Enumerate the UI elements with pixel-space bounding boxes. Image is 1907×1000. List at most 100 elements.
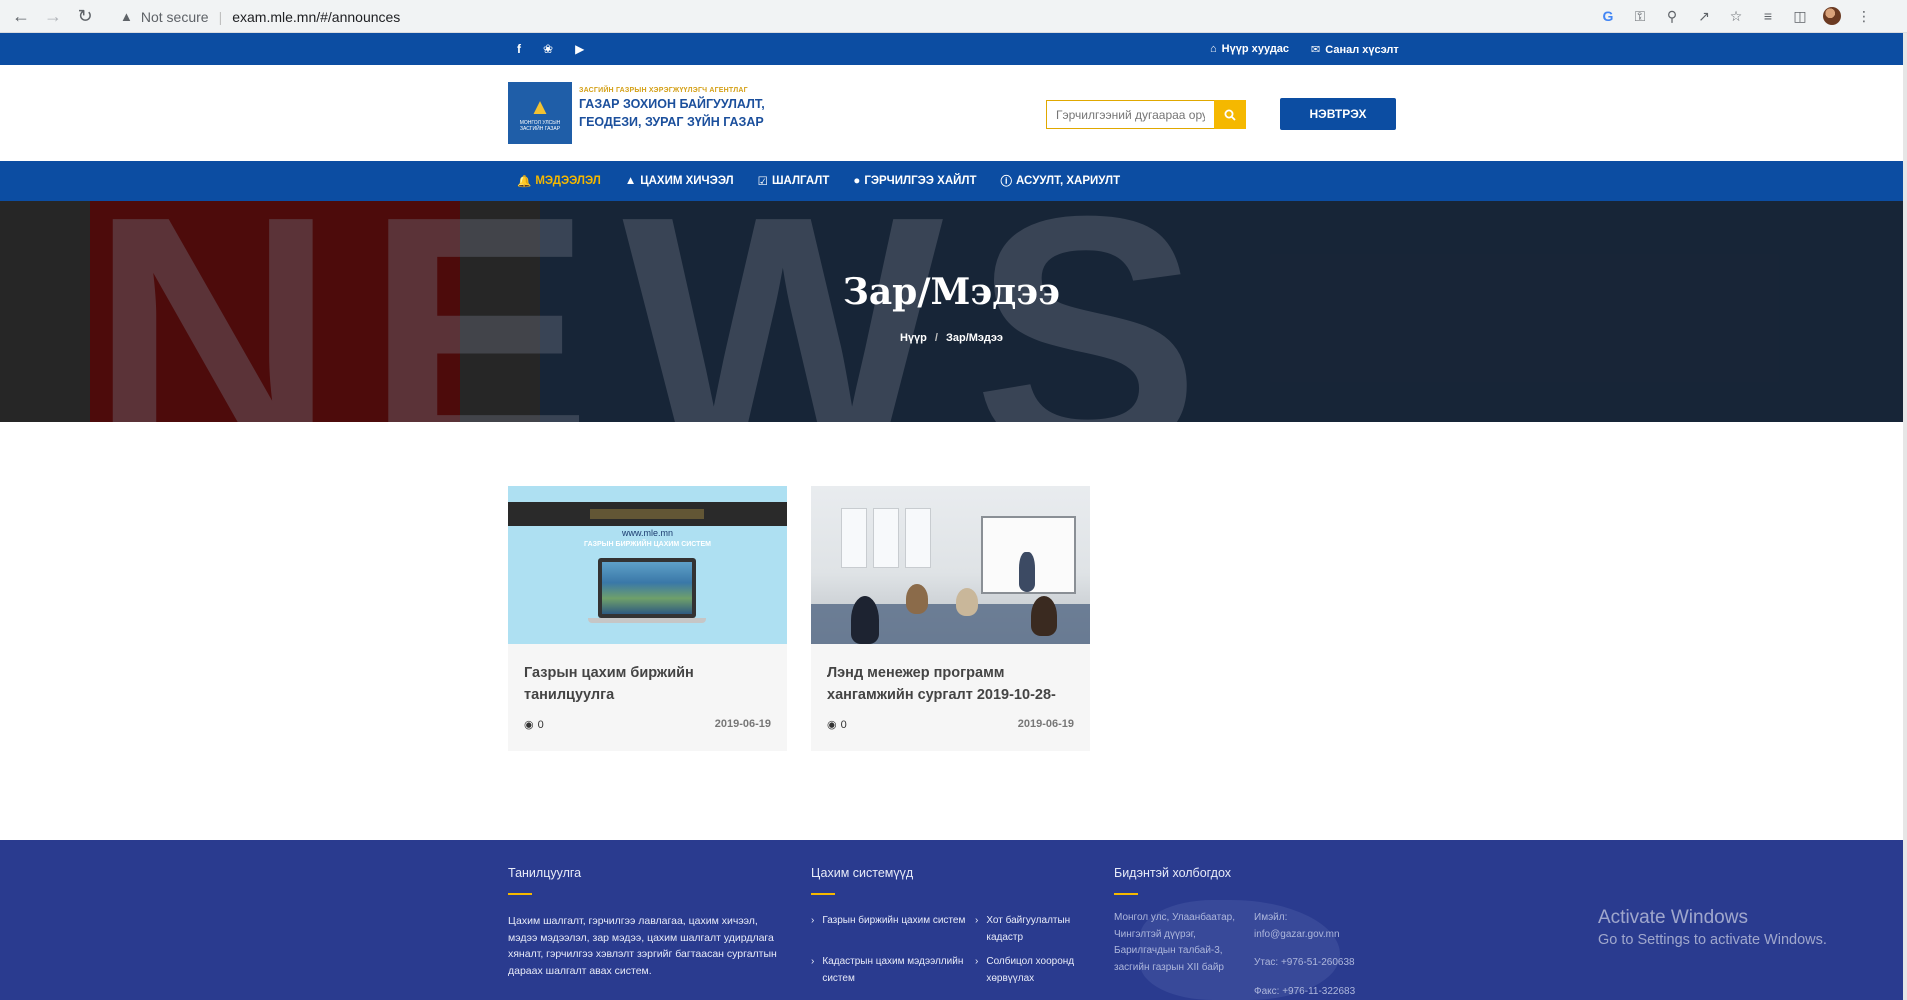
facebook-icon[interactable]: f xyxy=(517,42,521,56)
announcement-card[interactable]: Лэнд менежер программ хангамжийн сургалт… xyxy=(811,486,1090,751)
card-title[interactable]: Газрын цахим биржийн танилцуулга xyxy=(524,662,771,706)
view-count: ◉ 0 xyxy=(827,718,847,732)
search-button[interactable] xyxy=(1214,100,1246,129)
email-label: Имэйл: xyxy=(1254,912,1288,923)
reload-icon[interactable]: ↻ xyxy=(74,5,96,27)
sidepanel-icon[interactable]: ◫ xyxy=(1791,7,1809,25)
footer-intro-text: Цахим шалгалт, гэрчилгээ лавлагаа, цахим… xyxy=(508,915,777,977)
card-image[interactable] xyxy=(811,486,1090,644)
home-link-label: Нүүр хуудас xyxy=(1221,43,1290,55)
address-bar[interactable]: ▲ Not secure | exam.mle.mn/#/announces xyxy=(110,3,1650,30)
home-icon: ⌂ xyxy=(1210,43,1217,55)
certificate-search xyxy=(1046,100,1246,129)
nav-item-label: ШАЛГАЛТ xyxy=(771,175,830,187)
site-header: ▲ МОНГОЛ УЛСЫН ЗАСГИЙН ГАЗАР ЗАСГИЙН ГАЗ… xyxy=(0,65,1903,161)
footer-system-link[interactable]: › Хот байгуулалтын кадастр xyxy=(975,913,1105,946)
key-icon[interactable]: ⚿ xyxy=(1631,7,1649,25)
footer-heading-rule xyxy=(508,893,532,895)
nav-item-exam[interactable]: ☑ ШАЛГАЛТ xyxy=(758,174,830,188)
nav-item-certificate-search[interactable]: ● ГЭРЧИЛГЭЭ ХАЙЛТ xyxy=(853,175,976,187)
eye-icon: ◉ xyxy=(827,719,837,731)
classroom-window xyxy=(873,508,899,568)
envelope-icon: ✉ xyxy=(1311,43,1321,56)
watermark-line-2: Go to Settings to activate Windows. xyxy=(1598,932,1827,948)
share-icon[interactable]: ↗ xyxy=(1695,7,1713,25)
browser-actions: G ⚿ ⚲ ↗ ☆ ≡ ◫ ⋮ xyxy=(1599,4,1873,28)
omnibox-divider: | xyxy=(218,8,223,25)
search-icon xyxy=(1224,109,1236,121)
checkbox-icon: ☑ xyxy=(757,176,768,188)
agency-title-line-2: ГЕОДЕЗИ, ЗУРАГ ЗҮЙН ГАЗАР xyxy=(579,115,764,129)
laptop-base xyxy=(588,618,706,623)
nav-item-label: ГЭРЧИЛГЭЭ ХАЙЛТ xyxy=(864,175,977,187)
nav-item-info[interactable]: 🔔 МЭДЭЭЛЭЛ xyxy=(517,174,601,188)
profile-avatar[interactable] xyxy=(1823,7,1841,25)
zoom-icon[interactable]: ⚲ xyxy=(1663,7,1681,25)
nav-item-faq[interactable]: ⓘ АСУУЛТ, ХАРИУЛТ xyxy=(1001,173,1121,189)
student-figure xyxy=(906,584,928,614)
footer-intro: Танилцуулга Цахим шалгалт, гэрчилгээ лав… xyxy=(508,866,788,979)
page-title: Зар/Мэдээ xyxy=(842,271,1061,313)
teacher-figure xyxy=(1019,552,1035,592)
forward-icon[interactable]: → xyxy=(42,5,64,27)
breadcrumb-home[interactable]: Нүүр xyxy=(900,332,927,344)
footer-system-label: Газрын биржийн цахим систем xyxy=(822,915,966,926)
fax-text: Факс: +976-11-322683 xyxy=(1254,985,1356,997)
card-body: Газрын цахим биржийн танилцуулга xyxy=(508,644,787,706)
laptop-screen xyxy=(602,562,692,614)
announcement-card[interactable]: www.mle.mn ГАЗРЫН БИРЖИЙН ЦАХИМ СИСТЕМ Г… xyxy=(508,486,787,751)
feedback-link[interactable]: ✉ Санал хүсэлт xyxy=(1311,43,1399,56)
card-title[interactable]: Лэнд менежер программ хангамжийн сургалт… xyxy=(827,662,1074,706)
info-icon: ⓘ xyxy=(1000,176,1013,188)
feedback-link-label: Санал хүсэлт xyxy=(1325,43,1399,56)
classroom-window xyxy=(841,508,867,568)
chevron-right-icon: › xyxy=(811,915,815,926)
star-icon[interactable]: ☆ xyxy=(1727,7,1745,25)
card-date: 2019-06-19 xyxy=(1017,718,1074,730)
login-button[interactable]: НЭВТРЭХ xyxy=(1280,98,1396,130)
back-icon[interactable]: ← xyxy=(10,5,32,27)
footer-system-link[interactable]: › Солбицол хооронд хөрвүүлах xyxy=(975,954,1105,987)
card-meta: ◉ 0 2019-06-19 xyxy=(524,718,771,731)
certificate-search-input[interactable] xyxy=(1046,100,1214,129)
bell-icon: 🔔 xyxy=(517,176,532,188)
reading-list-icon[interactable]: ≡ xyxy=(1759,7,1777,25)
page-scrollbar[interactable] xyxy=(1903,33,1907,1000)
youtube-icon[interactable]: ▶ xyxy=(575,42,584,56)
student-figure xyxy=(1031,596,1057,636)
phone-text: Утас: +976-51-260638 xyxy=(1254,957,1355,968)
footer-heading-rule xyxy=(1114,893,1138,895)
nav-item-e-lessons[interactable]: ▲ ЦАХИМ ХИЧЭЭЛ xyxy=(625,175,734,187)
menu-icon[interactable]: ⋮ xyxy=(1855,7,1873,25)
footer-system-link[interactable]: › Газрын биржийн цахим систем xyxy=(811,913,975,946)
security-label: Not secure xyxy=(140,8,209,25)
email-link[interactable]: info@gazar.gov.mn xyxy=(1254,927,1384,944)
footer-system-label: Кадастрын цахим мэдээллийн систем xyxy=(822,956,964,984)
warning-icon: ▲ xyxy=(120,9,133,24)
footer-systems-links: › Газрын биржийн цахим систем › Хот байгуу… xyxy=(811,913,1111,987)
card-image[interactable]: www.mle.mn ГАЗРЫН БИРЖИЙН ЦАХИМ СИСТЕМ xyxy=(508,486,787,644)
image-logo-strip xyxy=(590,509,704,519)
windows-activation-watermark: Activate Windows Go to Settings to activ… xyxy=(1598,907,1827,948)
chevron-right-icon: › xyxy=(975,956,979,967)
chevron-right-icon: › xyxy=(811,956,815,967)
nav-item-label: АСУУЛТ, ХАРИУЛТ xyxy=(1016,175,1121,187)
watermark-line-1: Activate Windows xyxy=(1598,907,1748,928)
student-figure xyxy=(956,588,978,616)
card-meta: ◉ 0 2019-06-19 xyxy=(827,718,1074,731)
footer-contacts: Имэйл: info@gazar.gov.mn Утас: +976-51-2… xyxy=(1254,910,1384,1000)
twitter-icon[interactable]: ❀ xyxy=(543,42,553,56)
google-icon[interactable]: G xyxy=(1599,7,1617,25)
footer-system-link[interactable]: › Кадастрын цахим мэдээллийн систем xyxy=(811,954,975,987)
emblem-logo[interactable]: ▲ МОНГОЛ УЛСЫН ЗАСГИЙН ГАЗАР xyxy=(508,82,572,144)
footer-system-label: Хот байгуулалтын кадастр xyxy=(986,915,1071,943)
view-count: ◉ 0 xyxy=(524,718,544,732)
agency-name[interactable]: ЗАСГИЙН ГАЗРЫН ХЭРЭГЖҮҮЛЭГЧ АГЕНТЛАГ ГАЗ… xyxy=(579,87,765,130)
card-date: 2019-06-19 xyxy=(714,718,771,730)
home-link[interactable]: ⌂ Нүүр хуудас xyxy=(1210,43,1289,55)
footer-contact: Бидэнтэй холбогдох Монгол улс, Улаанбаат… xyxy=(1114,866,1374,997)
logo-caption-2: ЗАСГИЙН ГАЗАР xyxy=(519,126,561,132)
breadcrumb: Нүүр / Зар/Мэдээ xyxy=(0,332,1903,344)
url-text[interactable]: exam.mle.mn/#/announces xyxy=(232,9,400,25)
